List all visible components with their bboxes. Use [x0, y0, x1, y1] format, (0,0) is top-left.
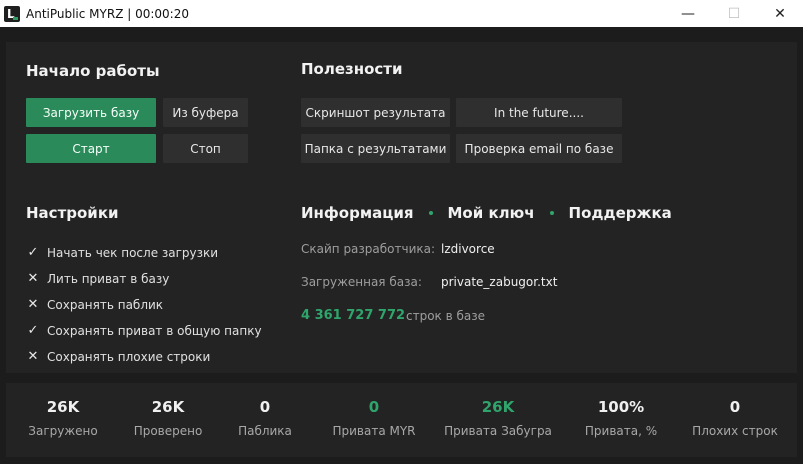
- window-controls: — ☐ ✕: [665, 0, 803, 27]
- info-nav: Информация Мой ключ Поддержка: [301, 204, 672, 222]
- cross-icon: ✕: [27, 349, 39, 364]
- loaded-base-value: private_zabugor.txt: [441, 275, 558, 289]
- in-the-future-button[interactable]: In the future....: [456, 98, 622, 127]
- window-title: AntiPublic MYRZ | 00:00:20: [26, 6, 189, 21]
- start-button[interactable]: Старт: [26, 134, 156, 163]
- stat-private-percent: 100% Привата, %: [566, 383, 676, 438]
- stat-value: 0: [729, 398, 741, 416]
- stat-loaded: 26K Загружено: [8, 383, 118, 438]
- load-base-button[interactable]: Загрузить базу: [26, 98, 156, 127]
- stat-label: Плохих строк: [692, 424, 778, 438]
- option-label: Сохранять паблик: [47, 297, 164, 312]
- cross-icon: ✕: [27, 297, 39, 312]
- stats-bar: 26K Загружено 26K Проверено 0 Паблика 0 …: [6, 383, 797, 457]
- stat-label: Привата, %: [584, 424, 658, 438]
- title-bar: L AntiPublic MYRZ | 00:00:20 — ☐ ✕: [0, 0, 803, 27]
- stat-private-myr: 0 Привата MYR: [319, 383, 429, 438]
- separator-dot: [549, 211, 554, 215]
- email-check-button[interactable]: Проверка email по базе: [456, 134, 622, 163]
- from-buffer-button[interactable]: Из буфера: [163, 98, 248, 127]
- stat-value: 0: [368, 398, 380, 416]
- option-save-bad-lines[interactable]: ✕ Сохранять плохие строки: [26, 349, 211, 364]
- stat-value: 0: [259, 398, 271, 416]
- stat-label: Привата MYR: [332, 424, 416, 438]
- settings-section-title: Настройки: [26, 204, 119, 222]
- stat-private-zabugra: 26K Привата Забугра: [443, 383, 553, 438]
- stat-value: 26K: [46, 398, 80, 416]
- stat-label: Проверено: [133, 424, 203, 438]
- maximize-icon[interactable]: ☐: [711, 0, 757, 27]
- stat-label: Привата Забугра: [444, 424, 552, 438]
- loaded-base-label: Загруженная база:: [301, 275, 422, 289]
- stat-value: 100%: [597, 398, 645, 416]
- row-count-suffix: строк в базе: [406, 309, 486, 323]
- tab-information[interactable]: Информация: [301, 204, 414, 222]
- minimize-icon[interactable]: —: [665, 0, 711, 27]
- option-label: Сохранять приват в общую папку: [47, 323, 262, 338]
- skype-value: lzdivorce: [441, 242, 495, 256]
- tab-support[interactable]: Поддержка: [569, 204, 672, 222]
- stat-value: 26K: [481, 398, 515, 416]
- option-label: Лить приват в базу: [47, 271, 170, 286]
- skype-label: Скайп разработчика:: [301, 242, 436, 256]
- stat-label: Загружено: [28, 424, 98, 438]
- stat-label: Паблика: [238, 424, 292, 438]
- stat-checked: 26K Проверено: [113, 383, 223, 438]
- option-save-private-common-folder[interactable]: ✓ Сохранять приват в общую папку: [26, 323, 262, 338]
- option-label: Сохранять плохие строки: [47, 349, 211, 364]
- stat-public: 0 Паблика: [210, 383, 320, 438]
- utilities-section-title: Полезности: [301, 60, 403, 78]
- start-section-title: Начало работы: [26, 62, 160, 80]
- option-pour-private-to-base[interactable]: ✕ Лить приват в базу: [26, 271, 170, 286]
- app-logo-icon: L: [4, 5, 20, 22]
- screenshot-result-button[interactable]: Скриншот результата: [301, 98, 450, 127]
- option-start-check-after-load[interactable]: ✓ Начать чек после загрузки: [26, 245, 219, 260]
- results-folder-button[interactable]: Папка с результатами: [301, 134, 450, 163]
- row-count: 4 361 727 772: [301, 308, 406, 323]
- separator-dot: [428, 211, 433, 215]
- option-label: Начать чек после загрузки: [47, 245, 219, 260]
- tab-my-key[interactable]: Мой ключ: [448, 204, 535, 222]
- checkmark-icon: ✓: [27, 323, 39, 338]
- stop-button[interactable]: Стоп: [163, 134, 248, 163]
- cross-icon: ✕: [27, 271, 39, 286]
- stat-bad-lines: 0 Плохих строк: [680, 383, 790, 438]
- stat-value: 26K: [151, 398, 185, 416]
- checkmark-icon: ✓: [27, 245, 39, 260]
- close-icon[interactable]: ✕: [757, 0, 803, 27]
- main-panel: Начало работы Загрузить базу Из буфера С…: [6, 42, 797, 373]
- option-save-public[interactable]: ✕ Сохранять паблик: [26, 297, 164, 312]
